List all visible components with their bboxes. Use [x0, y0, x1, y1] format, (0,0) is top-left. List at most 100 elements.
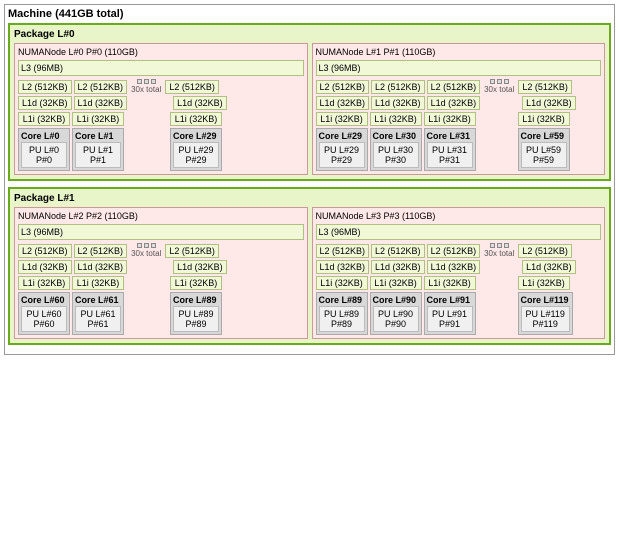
- dots: [137, 243, 156, 248]
- core-box: Core L#89 PU L#89 P#89: [316, 292, 368, 335]
- l2-cell: L2 (512KB): [371, 244, 425, 258]
- pu-box: PU L#89 P#89: [319, 306, 365, 332]
- pu-box: PU L#31 P#31: [427, 142, 473, 168]
- l2-cell: L2 (512KB): [316, 80, 370, 94]
- l1i-cell: L1i (32KB): [316, 112, 368, 126]
- pu-box: PU L#61 P#61: [75, 306, 121, 332]
- l1d-cell: L1d (32KB): [316, 260, 370, 274]
- dot: [497, 79, 502, 84]
- core-row-0-1: Core L#29 PU L#29 P#29 Core L#30 PU L#30…: [316, 128, 602, 171]
- l1i-cell: L1i (32KB): [18, 112, 70, 126]
- l1i-cell-right: L1i (32KB): [518, 276, 570, 290]
- l2-cell: L2 (512KB): [427, 244, 481, 258]
- l1d-cell: L1d (32KB): [427, 260, 481, 274]
- core-label: Core L#91: [427, 295, 473, 305]
- l2-cell: L2 (512KB): [371, 80, 425, 94]
- package-0: Package L#0 NUMANode L#0 P#0 (110GB) L3 …: [8, 23, 611, 181]
- core-label: Core L#119: [521, 295, 570, 305]
- core-label: Core L#29: [173, 131, 219, 141]
- l2-cell-right: L2 (512KB): [165, 80, 219, 94]
- l1i-row-0-1: L1i (32KB) L1i (32KB) L1i (32KB) L1i (32…: [316, 112, 602, 126]
- pu-box: PU L#60 P#60: [21, 306, 67, 332]
- numa-1-0: NUMANode L#2 P#2 (110GB) L3 (96MB) L2 (5…: [14, 207, 308, 339]
- dots: [137, 79, 156, 84]
- core-label: Core L#61: [75, 295, 121, 305]
- numa-1-1: NUMANode L#3 P#3 (110GB) L3 (96MB) L2 (5…: [312, 207, 606, 339]
- l1d-row-1-1: L1d (32KB) L1d (32KB) L1d (32KB) L1d (32…: [316, 260, 602, 274]
- l2-cell: L2 (512KB): [74, 244, 128, 258]
- core-box: Core L#61 PU L#61 P#61: [72, 292, 124, 335]
- pu-box: PU L#29 P#29: [319, 142, 365, 168]
- numa-0-0: NUMANode L#0 P#0 (110GB) L3 (96MB) L2 (5…: [14, 43, 308, 175]
- l1i-row-1-1: L1i (32KB) L1i (32KB) L1i (32KB) L1i (32…: [316, 276, 602, 290]
- l2-cell: L2 (512KB): [74, 80, 128, 94]
- l1d-cell-right: L1d (32KB): [522, 96, 576, 110]
- core-label: Core L#89: [319, 295, 365, 305]
- l1d-cell: L1d (32KB): [371, 96, 425, 110]
- l1i-cell-right: L1i (32KB): [170, 276, 222, 290]
- dots: [490, 79, 509, 84]
- l2-row-0-1: L2 (512KB) L2 (512KB) L2 (512KB) 30x tot…: [316, 79, 602, 94]
- core-box: Core L#31 PU L#31 P#31: [424, 128, 476, 171]
- core-box: Core L#30 PU L#30 P#30: [370, 128, 422, 171]
- dots-box: 30x total: [129, 243, 163, 258]
- l1d-cell: L1d (32KB): [427, 96, 481, 110]
- core-box-right: Core L#29 PU L#29 P#29: [170, 128, 222, 171]
- l1i-cell: L1i (32KB): [72, 276, 124, 290]
- l2-cell: L2 (512KB): [18, 244, 72, 258]
- l3-0-1: L3 (96MB): [316, 60, 602, 76]
- l1d-cell: L1d (32KB): [18, 96, 72, 110]
- l2-cell: L2 (512KB): [18, 80, 72, 94]
- numa-0-0-label: NUMANode L#0 P#0 (110GB): [18, 47, 304, 57]
- l3-1-1: L3 (96MB): [316, 224, 602, 240]
- numa-row-1: NUMANode L#2 P#2 (110GB) L3 (96MB) L2 (5…: [14, 207, 605, 339]
- pu-box: PU L#59 P#59: [521, 142, 567, 168]
- core-box: Core L#29 PU L#29 P#29: [316, 128, 368, 171]
- core-row-1-1: Core L#89 PU L#89 P#89 Core L#90 PU L#90…: [316, 292, 602, 335]
- dot: [490, 243, 495, 248]
- core-label: Core L#60: [21, 295, 67, 305]
- l1i-row-1-0: L1i (32KB) L1i (32KB) L1i (32KB): [18, 276, 304, 290]
- l2-cell-right: L2 (512KB): [518, 80, 572, 94]
- pu-box: PU L#91 P#91: [427, 306, 473, 332]
- dot: [137, 79, 142, 84]
- core-label: Core L#89: [173, 295, 219, 305]
- core-row-0-0: Core L#0 PU L#0 P#0 Core L#1 PU L#1 P#1 …: [18, 128, 304, 171]
- numa-1-1-label: NUMANode L#3 P#3 (110GB): [316, 211, 602, 221]
- l2-cell-right: L2 (512KB): [165, 244, 219, 258]
- dots-label: 30x total: [131, 85, 161, 94]
- core-box: Core L#1 PU L#1 P#1: [72, 128, 124, 171]
- machine-label: Machine (441GB total): [8, 8, 611, 20]
- l1d-cell-right: L1d (32KB): [522, 260, 576, 274]
- l1d-cell-right: L1d (32KB): [173, 96, 227, 110]
- l1d-row-0-1: L1d (32KB) L1d (32KB) L1d (32KB) L1d (32…: [316, 96, 602, 110]
- dots-box: 30x total: [129, 79, 163, 94]
- core-label: Core L#90: [373, 295, 419, 305]
- l1i-cell: L1i (32KB): [72, 112, 124, 126]
- pu-box: PU L#29 P#29: [173, 142, 219, 168]
- l1d-row-1-0: L1d (32KB) L1d (32KB) L1d (32KB): [18, 260, 304, 274]
- l1d-cell: L1d (32KB): [316, 96, 370, 110]
- machine-box: Machine (441GB total) Package L#0 NUMANo…: [4, 4, 615, 355]
- pu-box: PU L#90 P#90: [373, 306, 419, 332]
- l1i-cell: L1i (32KB): [18, 276, 70, 290]
- core-label: Core L#0: [21, 131, 67, 141]
- dots-label: 30x total: [484, 249, 514, 258]
- core-box: Core L#0 PU L#0 P#0: [18, 128, 70, 171]
- numa-1-0-label: NUMANode L#2 P#2 (110GB): [18, 211, 304, 221]
- dot: [504, 243, 509, 248]
- package-1: Package L#1 NUMANode L#2 P#2 (110GB) L3 …: [8, 187, 611, 345]
- dot: [137, 243, 142, 248]
- dot: [497, 243, 502, 248]
- dot: [151, 79, 156, 84]
- core-label: Core L#30: [373, 131, 419, 141]
- pu-box: PU L#30 P#30: [373, 142, 419, 168]
- l1d-cell-right: L1d (32KB): [173, 260, 227, 274]
- dots-box: 30x total: [482, 243, 516, 258]
- core-box: Core L#60 PU L#60 P#60: [18, 292, 70, 335]
- l2-cell: L2 (512KB): [316, 244, 370, 258]
- l2-cell: L2 (512KB): [427, 80, 481, 94]
- package-1-label: Package L#1: [14, 193, 605, 204]
- core-box: Core L#90 PU L#90 P#90: [370, 292, 422, 335]
- package-0-label: Package L#0: [14, 29, 605, 40]
